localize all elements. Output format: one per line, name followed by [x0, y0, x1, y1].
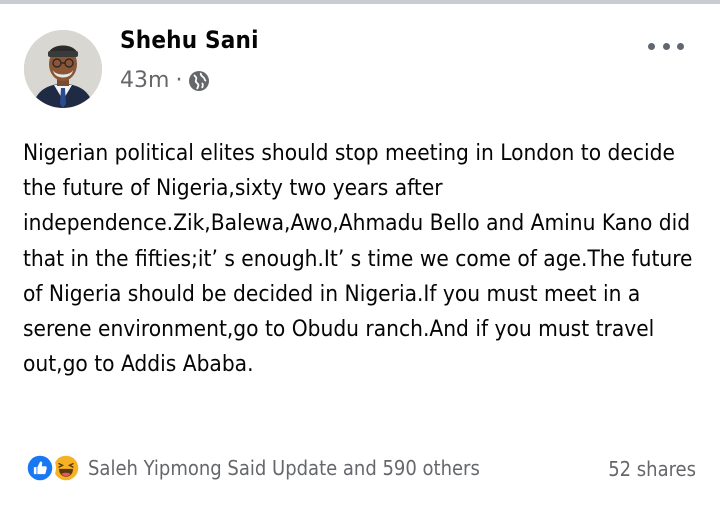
- more-options-icon[interactable]: [648, 34, 684, 58]
- reactions-summary[interactable]: Saleh Yipmong Said Update and 590 others: [24, 452, 480, 484]
- avatar[interactable]: [24, 30, 102, 108]
- more-dot: [677, 42, 684, 50]
- author-name[interactable]: Shehu Sani: [120, 26, 259, 54]
- globe-icon[interactable]: [188, 70, 210, 92]
- post-card: Shehu Sani 43m · Nigerian political elit…: [0, 4, 720, 509]
- reaction-icons: [24, 452, 82, 484]
- more-dot: [662, 42, 670, 50]
- shares-count[interactable]: 52 shares: [608, 457, 696, 481]
- more-dot: [648, 42, 655, 50]
- avatar-image: [24, 30, 102, 108]
- post-body-text: Nigerian political elites should stop me…: [23, 140, 693, 378]
- post-timestamp[interactable]: 43m: [120, 68, 169, 93]
- like-icon: [24, 452, 56, 484]
- post-meta: 43m ·: [120, 68, 210, 93]
- reactions-text[interactable]: Saleh Yipmong Said Update and 590 others: [88, 456, 480, 480]
- meta-separator: ·: [175, 68, 183, 93]
